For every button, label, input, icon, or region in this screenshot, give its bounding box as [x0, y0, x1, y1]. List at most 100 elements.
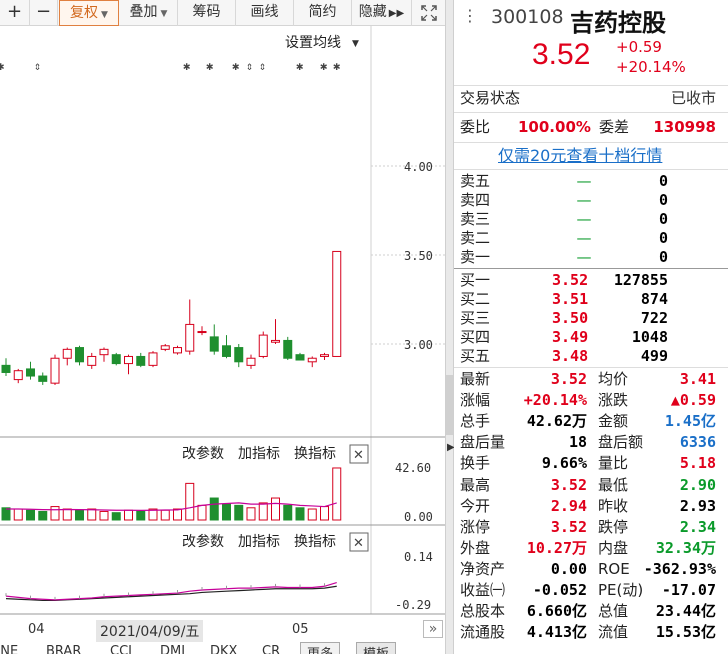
candle-body — [295, 354, 305, 361]
change-indicator-link[interactable]: 换指标 — [294, 445, 336, 461]
bid-price: 3.49 — [552, 328, 589, 346]
bid-volume: 1048 — [631, 328, 668, 346]
candle-body — [13, 370, 23, 381]
candle-body — [258, 334, 268, 357]
bid-volume: 722 — [640, 309, 668, 327]
edit-params-link[interactable]: 改参数 — [182, 533, 224, 549]
stat-value: 6336 — [679, 433, 716, 452]
candle-body — [197, 331, 207, 334]
menu-icon[interactable]: ⋮ — [462, 6, 478, 25]
upgrade-level2-link[interactable]: 仅需20元查看十档行情 — [498, 145, 662, 166]
last-price: 3.52 — [532, 38, 591, 71]
bid-level-label: 买五 — [460, 347, 491, 365]
candle-body — [62, 348, 72, 359]
stat-value: 2.94 — [550, 496, 587, 515]
stat-label: 涨停 — [460, 517, 491, 536]
zoom-out-button[interactable]: − — [30, 0, 58, 26]
chevron-down-icon: ▼ — [160, 9, 168, 19]
tab-cr[interactable]: CR — [262, 644, 280, 654]
stat-value: 3.52 — [550, 517, 587, 536]
tab-brar[interactable]: BRAR — [46, 644, 81, 654]
volume-bar — [38, 510, 48, 521]
ask-volume: 0 — [658, 172, 668, 190]
zoom-in-button[interactable]: + — [0, 0, 30, 26]
expand-button[interactable] — [412, 0, 445, 26]
tab-dkx[interactable]: DKX — [210, 644, 237, 654]
stat-label: 昨收 — [598, 496, 629, 515]
volume-bar — [87, 508, 97, 521]
stat-value: 9.66% — [541, 454, 587, 473]
ask-price: — — [576, 229, 592, 247]
candle-body — [173, 347, 182, 354]
stat-label: 盘后量 — [460, 433, 506, 452]
candle-body — [111, 354, 121, 365]
volume-bar — [173, 508, 182, 521]
stat-label: 收益㈠ — [460, 581, 506, 599]
huaxian-button[interactable]: 画线 — [236, 0, 294, 26]
indicator-tick-label: -0.29 — [395, 598, 431, 612]
edit-params-link[interactable]: 改参数 — [182, 445, 224, 461]
ask-level-label: 卖二 — [460, 229, 491, 247]
ask-volume: 0 — [658, 229, 668, 247]
stat-label: 盘后额 — [598, 433, 644, 452]
candle-body — [148, 352, 158, 366]
indicator-lines — [5, 582, 337, 602]
splitter-handle[interactable] — [446, 375, 453, 435]
stat-label: 流通股 — [460, 623, 506, 642]
diejia-dropdown[interactable]: 叠加 ▼ — [120, 0, 178, 26]
trade-status-value: 已收市 — [670, 89, 716, 107]
fuquan-dropdown[interactable]: 复权 ▼ — [59, 0, 119, 26]
kline-chart-area[interactable]: + − 复权 ▼ 叠加 ▼ 筹码 画线 简约 隐藏 ▶▶ 设置均线 ▼ ✱ ⇕ ✱ ✱… — [0, 0, 445, 654]
change-indicator-link[interactable]: 换指标 — [294, 533, 336, 549]
tab-more[interactable]: 更多 — [300, 642, 341, 654]
volume-bar — [283, 504, 293, 521]
double-arrow-icon: ⇕ — [259, 59, 266, 73]
stat-value: 15.53亿 — [655, 623, 716, 642]
volume-bar — [185, 482, 195, 521]
price-tick-label: 4.00 — [404, 160, 433, 174]
price-change-pct: +20.14% — [616, 58, 686, 76]
candle-body — [283, 339, 293, 359]
close-volume-panel-button[interactable]: ✕ — [349, 444, 369, 464]
stat-label: 最低 — [598, 475, 629, 494]
volume-bar — [234, 504, 244, 521]
ask-level-label: 卖一 — [460, 248, 491, 266]
star-marker-icon: ✱ — [183, 59, 190, 73]
bid-price: 3.52 — [552, 271, 589, 289]
add-indicator-link[interactable]: 加指标 — [238, 445, 280, 461]
volume-bar — [258, 502, 268, 521]
candle-body — [271, 339, 280, 343]
volume-bars — [1, 467, 342, 521]
panel-splitter[interactable]: ▶ — [445, 0, 455, 654]
stock-code: 300108 — [491, 6, 564, 28]
chouma-button[interactable]: 筹码 — [178, 0, 236, 26]
yincang-button[interactable]: 隐藏 ▶▶ — [352, 0, 412, 26]
stat-value: 1.45亿 — [664, 412, 716, 431]
jianyue-button[interactable]: 简约 — [294, 0, 352, 26]
weicha-value: 130998 — [653, 118, 716, 136]
tab-cci[interactable]: CCI — [110, 644, 132, 654]
close-indicator-panel-button[interactable]: ✕ — [349, 532, 369, 552]
volume-bar — [307, 508, 317, 521]
stat-label: ROE — [598, 559, 630, 578]
scroll-right-button[interactable]: » — [423, 620, 443, 638]
candle-body — [87, 355, 97, 366]
tab-template[interactable]: 模板 — [356, 642, 397, 654]
stat-value: 3.52 — [550, 475, 587, 494]
stat-label: 外盘 — [460, 538, 491, 557]
stat-value: 10.27万 — [526, 538, 587, 557]
stat-value: 5.18 — [679, 454, 716, 473]
stat-label: 今开 — [460, 496, 491, 515]
add-indicator-link[interactable]: 加指标 — [238, 533, 280, 549]
expand-icon — [420, 5, 437, 21]
tab-dmi[interactable]: DMI — [160, 644, 185, 654]
candle-body — [332, 250, 342, 357]
candle-body — [124, 355, 133, 365]
diejia-label: 叠加 — [129, 4, 158, 20]
volume-bar — [1, 507, 11, 521]
tab-ene[interactable]: ENE — [0, 644, 18, 654]
candles — [1, 250, 342, 385]
volume-tick-label: 0.00 — [404, 510, 433, 524]
stat-label: 跌停 — [598, 517, 629, 536]
ma-setting-button[interactable]: 设置均线 — [285, 34, 341, 50]
